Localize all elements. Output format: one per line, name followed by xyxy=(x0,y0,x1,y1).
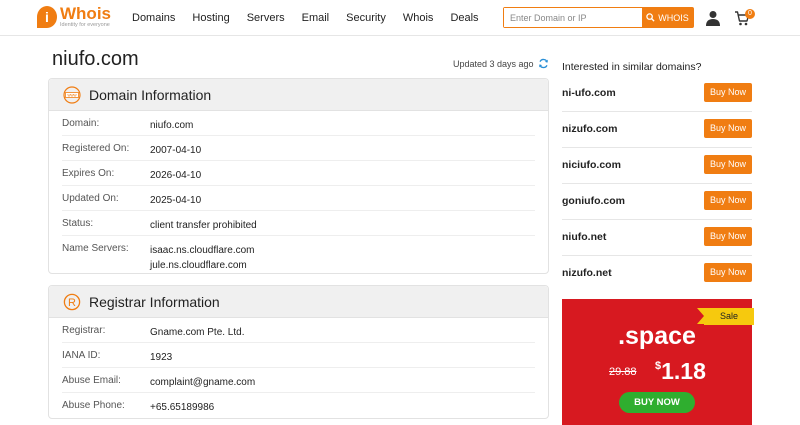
promo-price-value: 1.18 xyxy=(661,358,706,384)
buy-now-button[interactable]: Buy Now xyxy=(704,263,752,282)
nav-servers[interactable]: Servers xyxy=(247,11,285,25)
buy-now-button[interactable]: Buy Now xyxy=(704,227,752,246)
suggestion-domain[interactable]: goniufo.com xyxy=(562,195,625,207)
row-label: Expires On: xyxy=(62,168,115,179)
suggestion-item: niufo.net Buy Now xyxy=(562,220,752,256)
suggestion-item: ni-ufo.com Buy Now xyxy=(562,76,752,112)
suggestion-item: nizufo.com Buy Now xyxy=(562,112,752,148)
suggestion-domain[interactable]: niciufo.com xyxy=(562,159,621,171)
name-server: isaac.ns.cloudflare.com xyxy=(150,245,255,256)
row-label: Abuse Email: xyxy=(62,375,121,386)
info-row-name-servers: Name Servers: isaac.ns.cloudflare.com ju… xyxy=(62,236,535,272)
page-title: niufo.com xyxy=(52,48,139,70)
nav-security[interactable]: Security xyxy=(346,11,386,25)
buy-now-button[interactable]: Buy Now xyxy=(704,119,752,138)
suggestion-domain[interactable]: nizufo.com xyxy=(562,123,617,135)
buy-now-button[interactable]: Buy Now xyxy=(704,155,752,174)
promo-old-price: 29.88 xyxy=(609,366,637,378)
similar-domains-heading: Interested in similar domains? xyxy=(562,61,702,73)
suggestion-domain[interactable]: nizufo.net xyxy=(562,267,612,279)
suggestion-item: goniufo.com Buy Now xyxy=(562,184,752,220)
row-value: +65.65189986 xyxy=(150,402,215,413)
row-value: Gname.com Pte. Ltd. xyxy=(150,327,245,338)
main-nav: Domains Hosting Servers Email Security W… xyxy=(132,11,496,25)
row-label: Status: xyxy=(62,218,94,229)
info-row-domain: Domain: niufo.com xyxy=(62,111,535,136)
www-icon: www xyxy=(63,85,81,104)
domain-information-header: www Domain Information xyxy=(49,79,548,111)
registrar-information-title: Registrar Information xyxy=(89,293,220,310)
updated-text: Updated 3 days ago xyxy=(453,58,534,69)
row-value: niufo.com xyxy=(150,120,194,131)
nav-domains[interactable]: Domains xyxy=(132,11,175,25)
cart-count-badge: 0 xyxy=(745,9,755,19)
nav-email[interactable]: Email xyxy=(302,11,330,25)
logo-tagline: Identity for everyone xyxy=(60,22,110,28)
domain-information-title: Domain Information xyxy=(89,86,212,103)
suggestion-domain[interactable]: ni-ufo.com xyxy=(562,87,616,99)
registered-icon: R xyxy=(63,293,81,310)
row-label: IANA ID: xyxy=(62,350,101,361)
search-button-label: WHOIS xyxy=(658,12,689,23)
search-icon xyxy=(646,13,655,22)
row-label: Domain: xyxy=(62,118,100,129)
row-value: complaint@gname.com xyxy=(150,377,256,388)
info-row-expires: Expires On: 2026-04-10 xyxy=(62,161,535,186)
search-box: WHOIS xyxy=(503,7,694,28)
row-value: 1923 xyxy=(150,352,173,363)
buy-now-button[interactable]: Buy Now xyxy=(704,191,752,210)
whois-search-button[interactable]: WHOIS xyxy=(642,8,693,27)
row-label: Registered On: xyxy=(62,143,130,154)
nav-whois[interactable]: Whois xyxy=(403,11,434,25)
row-value: 2025-04-10 xyxy=(150,195,202,206)
updated-status: Updated 3 days ago xyxy=(453,58,549,69)
name-server: jule.ns.cloudflare.com xyxy=(150,260,247,271)
search-input[interactable] xyxy=(504,8,642,27)
site-header: i Whois Identity for everyone Domains Ho… xyxy=(0,0,800,36)
promo-currency: $ xyxy=(655,360,662,372)
logo-text: Whois xyxy=(60,4,111,23)
row-value: client transfer prohibited xyxy=(150,220,257,231)
user-icon[interactable] xyxy=(706,10,720,26)
promo-new-price: $1.18 xyxy=(655,358,706,385)
nav-hosting[interactable]: Hosting xyxy=(192,11,229,25)
buy-now-button[interactable]: Buy Now xyxy=(704,83,752,102)
promo-buy-now-button[interactable]: BUY NOW xyxy=(619,392,695,413)
suggestion-item: niciufo.com Buy Now xyxy=(562,148,752,184)
nav-deals[interactable]: Deals xyxy=(450,11,478,25)
row-label: Updated On: xyxy=(62,193,119,204)
logo-icon: i xyxy=(37,6,57,28)
svg-text:R: R xyxy=(68,297,76,309)
promo-tld: .space xyxy=(618,322,696,350)
name-servers-list: isaac.ns.cloudflare.com jule.ns.cloudfla… xyxy=(150,243,255,273)
info-row-registered: Registered On: 2007-04-10 xyxy=(62,136,535,161)
info-row-iana-id: IANA ID: 1923 xyxy=(62,343,535,368)
info-row-abuse-email: Abuse Email: complaint@gname.com xyxy=(62,368,535,393)
row-value: 2026-04-10 xyxy=(150,170,202,181)
row-value: 2007-04-10 xyxy=(150,145,202,156)
info-row-registrar: Registrar: Gname.com Pte. Ltd. xyxy=(62,318,535,343)
row-label: Registrar: xyxy=(62,325,106,336)
refresh-icon[interactable] xyxy=(538,58,549,69)
svg-text:www: www xyxy=(67,92,77,97)
row-label: Abuse Phone: xyxy=(62,400,125,411)
info-row-updated: Updated On: 2025-04-10 xyxy=(62,186,535,211)
site-logo[interactable]: i Whois Identity for everyone xyxy=(37,4,111,28)
registrar-information-card: R Registrar Information Registrar: Gname… xyxy=(48,285,549,419)
row-label: Name Servers: xyxy=(62,243,129,254)
registrar-information-header: R Registrar Information xyxy=(49,286,548,318)
info-row-status: Status: client transfer prohibited xyxy=(62,211,535,236)
domain-information-card: www Domain Information Domain: niufo.com… xyxy=(48,78,549,274)
suggestion-domain[interactable]: niufo.net xyxy=(562,231,606,243)
info-row-abuse-phone: Abuse Phone: +65.65189986 xyxy=(62,393,535,418)
suggestion-item: nizufo.net Buy Now xyxy=(562,256,752,292)
